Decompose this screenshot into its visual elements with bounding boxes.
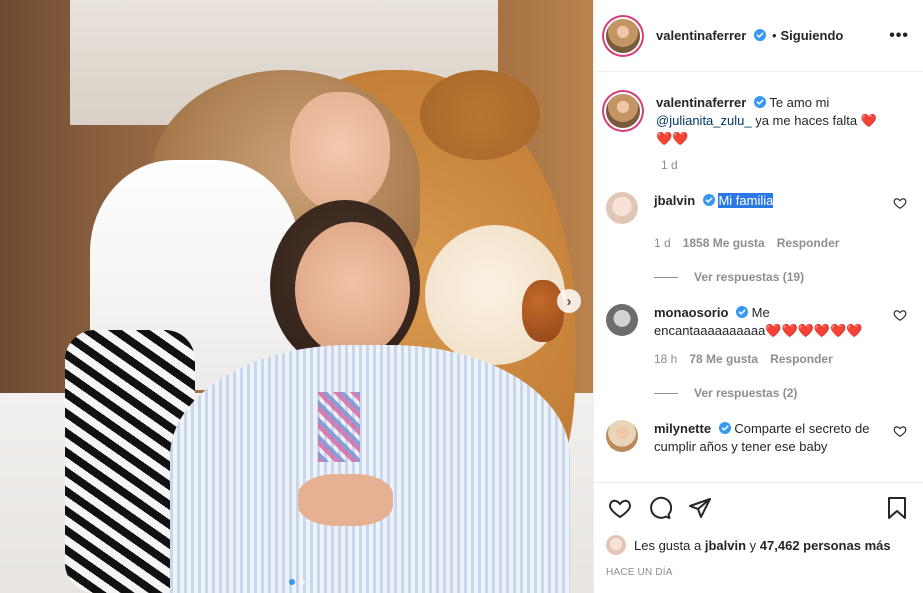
girl-face <box>295 222 410 357</box>
verified-badge-icon <box>753 29 766 41</box>
post-side-panel: valentinaferrer • Siguiendo ••• valentin… <box>593 0 923 593</box>
comment-bubble-icon <box>650 496 672 519</box>
teddy-bear-nose <box>522 280 564 342</box>
comment-item: jbalvin Mi familia <box>606 192 909 224</box>
comments-section[interactable]: valentinaferrer Te amo mi @julianita_zul… <box>594 72 923 482</box>
carousel-dots <box>0 579 593 585</box>
instagram-post: › valentinaferrer • Siguiendo ••• valent… <box>0 0 923 593</box>
likes-count[interactable]: 47,462 personas más <box>760 538 891 553</box>
post-timestamp: Hace un día <box>606 567 673 578</box>
comment-likes[interactable]: 78 Me gusta <box>689 352 758 366</box>
comment-button[interactable] <box>648 496 672 520</box>
paper-plane-icon <box>689 498 711 518</box>
author-username[interactable]: valentinaferrer <box>656 28 766 43</box>
caption-text-before: Te amo mi <box>769 95 830 110</box>
author-avatar[interactable] <box>606 18 640 53</box>
view-replies-button[interactable]: Ver respuestas (2) <box>654 386 909 400</box>
comment-body: Mi familia <box>718 193 774 208</box>
caption-text: valentinaferrer Te amo mi @julianita_zul… <box>656 94 886 148</box>
replies-divider <box>654 392 678 394</box>
comment-username[interactable]: monaosorio <box>654 305 728 320</box>
author-username-text[interactable]: valentinaferrer <box>656 28 746 43</box>
caption-text-after: ya me haces falta <box>755 113 858 128</box>
likes-summary: Les gusta a jbalvin y 47,462 personas má… <box>606 535 909 555</box>
commenter-avatar[interactable] <box>606 420 638 452</box>
comment-meta: 18 h 78 Me gusta Responder <box>654 352 909 366</box>
action-icons <box>606 483 909 533</box>
caption-username[interactable]: valentinaferrer <box>656 95 746 110</box>
bookmark-icon <box>888 497 906 519</box>
save-button[interactable] <box>885 496 909 520</box>
next-image-button[interactable]: › <box>557 289 581 313</box>
likes-prefix: Les gusta a <box>634 537 702 553</box>
girl-dress <box>170 345 570 593</box>
comment-item: milynette Comparte el secreto de cumplir… <box>606 420 909 456</box>
comment-likes[interactable]: 1858 Me gusta <box>683 236 765 250</box>
likes-user[interactable]: jbalvin <box>705 538 746 553</box>
post-caption: valentinaferrer Te amo mi @julianita_zul… <box>606 72 909 148</box>
commenter-avatar[interactable] <box>606 304 638 336</box>
verified-badge-icon <box>736 306 749 318</box>
comment-item: monaosorio Me encantaaaaaaaaaa❤️❤️❤️❤️❤️… <box>606 304 909 340</box>
view-replies-label[interactable]: Ver respuestas (19) <box>694 270 804 284</box>
like-comment-heart-icon[interactable] <box>893 308 907 322</box>
carousel-dot-active <box>288 579 295 585</box>
verified-badge-icon <box>718 422 731 434</box>
comment-time: 1 d <box>654 236 671 250</box>
following-button[interactable]: Siguiendo <box>781 28 844 43</box>
reply-button[interactable]: Responder <box>777 236 840 250</box>
verified-badge-icon <box>753 96 766 108</box>
post-photo[interactable]: › <box>0 0 593 593</box>
like-button[interactable] <box>608 496 632 520</box>
like-comment-heart-icon[interactable] <box>893 424 907 438</box>
post-actions: Les gusta a jbalvin y 47,462 personas má… <box>594 482 923 593</box>
carousel-dot <box>298 579 305 585</box>
heart-emoji-icon: ❤️❤️❤️❤️❤️❤️ <box>765 323 863 338</box>
comment-username[interactable]: milynette <box>654 421 711 436</box>
caption-mention[interactable]: @julianita_zulu_ <box>656 113 752 128</box>
comment-text: milynette Comparte el secreto de cumplir… <box>654 420 884 456</box>
post-header: valentinaferrer • Siguiendo ••• <box>594 0 923 72</box>
dress-embroidery <box>318 392 360 462</box>
comment-text: monaosorio Me encantaaaaaaaaaa❤️❤️❤️❤️❤️… <box>654 304 884 340</box>
caption-avatar[interactable] <box>606 94 640 128</box>
more-options-button[interactable]: ••• <box>889 27 909 45</box>
verified-badge-icon <box>702 194 715 206</box>
view-replies-label[interactable]: Ver respuestas (2) <box>694 386 797 400</box>
comment-time: 18 h <box>654 352 678 366</box>
reply-button[interactable]: Responder <box>770 352 833 366</box>
comment-username[interactable]: jbalvin <box>654 193 695 208</box>
likes-mid: y <box>749 537 757 553</box>
comment-meta: 1 d 1858 Me gusta Responder <box>654 236 909 250</box>
woman-face <box>290 92 390 212</box>
header-separator: • <box>771 28 777 43</box>
heart-icon <box>609 499 631 519</box>
hand <box>298 474 393 526</box>
share-button[interactable] <box>688 496 712 520</box>
liker-avatar[interactable] <box>606 535 626 555</box>
replies-divider <box>654 276 678 278</box>
like-comment-heart-icon[interactable] <box>893 196 907 210</box>
teddy-bear-ear <box>420 70 540 160</box>
commenter-avatar[interactable] <box>606 192 638 224</box>
caption-time: 1 d <box>661 158 678 172</box>
comment-text: jbalvin Mi familia <box>654 192 884 224</box>
view-replies-button[interactable]: Ver respuestas (19) <box>654 270 909 284</box>
